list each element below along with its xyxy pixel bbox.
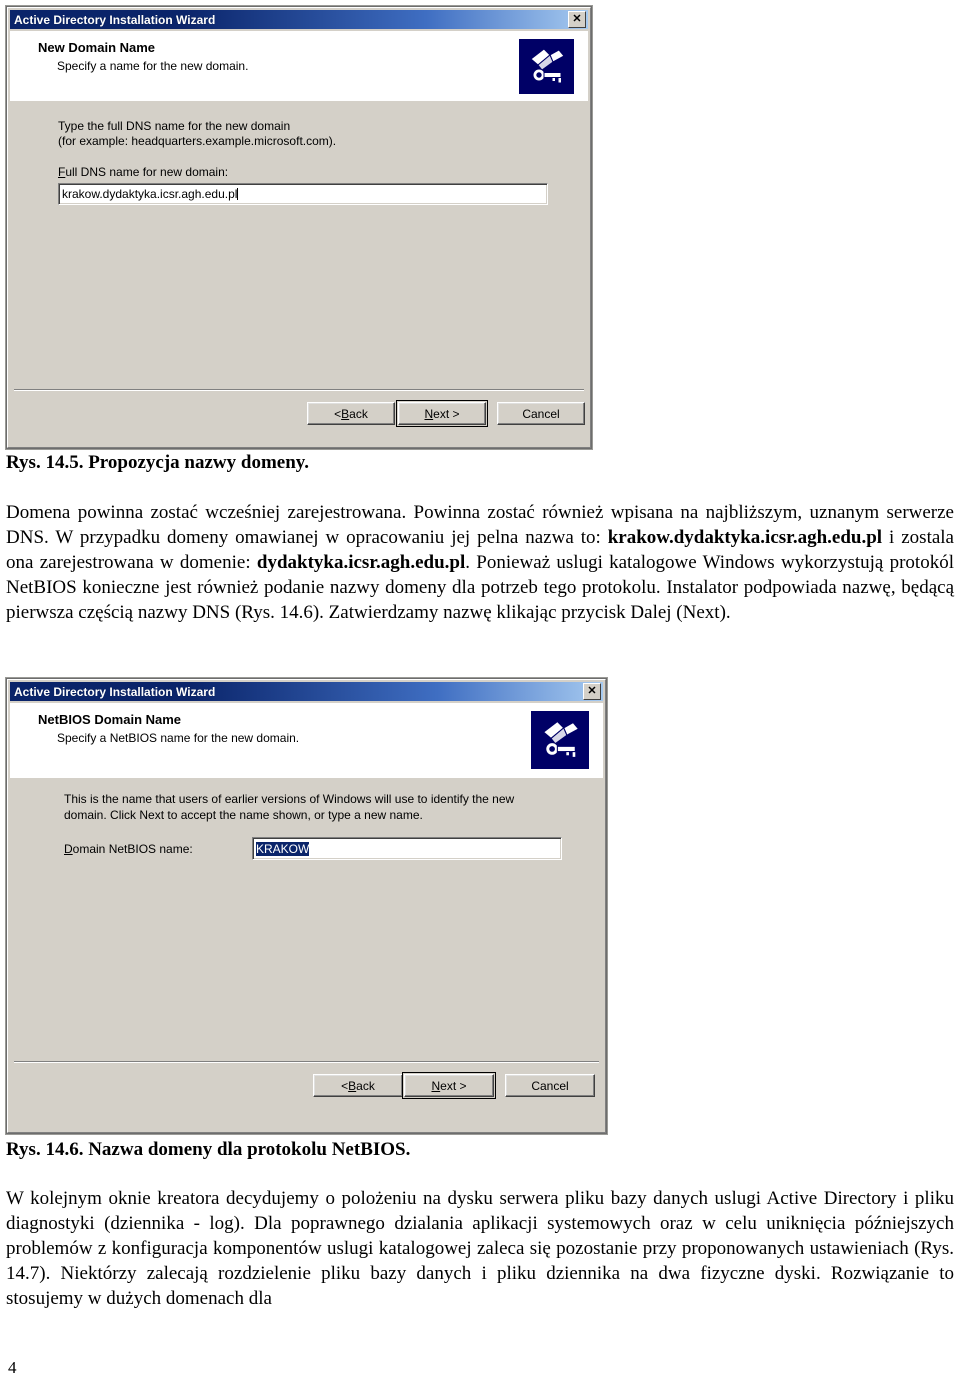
full-dns-name-input-value: krakow.dydaktyka.icsr.agh.edu.pl: [62, 187, 238, 201]
dialog1-button-separator: [14, 389, 584, 391]
full-dns-name-input[interactable]: krakow.dydaktyka.icsr.agh.edu.pl: [58, 183, 548, 205]
cancel-button[interactable]: Cancel: [497, 402, 585, 425]
dialog1-frame: Active Directory Installation Wizard ✕ N…: [7, 7, 591, 448]
dialog2-title: Active Directory Installation Wizard: [14, 684, 216, 699]
domain-netbios-name-input[interactable]: KRAKOW: [252, 837, 562, 860]
text-caret: [237, 188, 239, 200]
back-button-accesskey: B: [348, 1078, 357, 1093]
dialog2-instruction-line2: domain. Click Next to accept the name sh…: [64, 808, 423, 822]
dialog1-body: Type the full DNS name for the new domai…: [10, 100, 588, 445]
page-number: 4: [8, 1358, 17, 1377]
next-button[interactable]: Next >: [396, 400, 488, 427]
back-button-rest: ack: [356, 1078, 375, 1093]
dialog1-header-subtitle: Specify a name for the new domain.: [57, 59, 249, 73]
cancel-button-label: Cancel: [531, 1078, 569, 1093]
figure-caption-14-5: Rys. 14.5. Propozycja nazwy domeny.: [6, 452, 309, 473]
paragraph-after-figure-14-5: Domena powinna zostać wcześniej zarejest…: [6, 500, 954, 625]
domain-netbios-name-label-accesskey: D: [64, 842, 73, 856]
ad-wizard-book-key-icon: [531, 711, 589, 769]
domain-netbios-name-label: Domain NetBIOS name:: [64, 842, 193, 856]
dialog1-header-title: New Domain Name: [38, 40, 156, 55]
full-dns-name-label: Full DNS name for new domain:: [58, 165, 228, 179]
cancel-button[interactable]: Cancel: [505, 1074, 595, 1097]
ad-wizard-dialog-new-domain-name: Active Directory Installation Wizard ✕ N…: [6, 6, 592, 449]
paragraph-after-figure-14-6: W kolejnym oknie kreatora decydujemy o p…: [6, 1188, 954, 1309]
back-button-rest: ack: [349, 406, 368, 421]
next-button-accesskey: N: [431, 1078, 441, 1093]
next-button-accesskey: N: [424, 406, 434, 421]
full-dns-name-label-rest: ull DNS name for new domain:: [65, 165, 229, 179]
dialog1-header-band: New Domain Name Specify a name for the n…: [10, 31, 588, 102]
paragraph1-bold-domain-parent: dydaktyka.icsr.agh.edu.pl: [256, 552, 466, 573]
dialog2-header-title: NetBIOS Domain Name: [38, 712, 182, 727]
dialog2-body: This is the name that users of earlier v…: [10, 777, 603, 1130]
dialog2-frame: Active Directory Installation Wizard ✕ N…: [7, 679, 606, 1133]
back-button[interactable]: < Back: [313, 1074, 403, 1097]
dialog2-titlebar[interactable]: Active Directory Installation Wizard ✕: [10, 682, 603, 701]
back-button-prefix: <: [341, 1078, 349, 1093]
dialog1-titlebar[interactable]: Active Directory Installation Wizard ✕: [10, 10, 588, 29]
domain-netbios-name-label-rest: omain NetBIOS name:: [72, 842, 193, 856]
dialog2-header-subtitle: Specify a NetBIOS name for the new domai…: [57, 731, 300, 745]
dialog2-instruction-line1: This is the name that users of earlier v…: [64, 792, 515, 806]
domain-netbios-name-input-value: KRAKOW: [256, 841, 310, 856]
next-button[interactable]: Next >: [402, 1072, 496, 1099]
dialog1-title: Active Directory Installation Wizard: [14, 12, 216, 27]
dialog1-instruction-line1: Type the full DNS name for the new domai…: [58, 119, 291, 133]
ad-wizard-book-key-icon: [519, 39, 574, 94]
next-button-rest: ext >: [433, 406, 460, 421]
dialog2-header-band: NetBIOS Domain Name Specify a NetBIOS na…: [10, 703, 603, 779]
paragraph1-bold-domain-full: krakow.dydaktyka.icsr.agh.edu.pl: [607, 527, 883, 548]
cancel-button-label: Cancel: [522, 406, 560, 421]
dialog1-instruction-line2: (for example: headquarters.example.micro…: [58, 134, 337, 148]
back-button-prefix: <: [334, 406, 342, 421]
dialog2-button-separator: [14, 1061, 599, 1063]
back-button-accesskey: B: [341, 406, 350, 421]
next-button-rest: ext >: [440, 1078, 467, 1093]
ad-wizard-dialog-netbios-domain-name: Active Directory Installation Wizard ✕ N…: [6, 678, 607, 1134]
document-page: Active Directory Installation Wizard ✕ N…: [0, 0, 960, 1393]
close-icon[interactable]: ✕: [568, 11, 586, 28]
figure-caption-14-6: Rys. 14.6. Nazwa domeny dla protokolu Ne…: [6, 1139, 411, 1160]
close-icon[interactable]: ✕: [583, 683, 601, 700]
back-button[interactable]: < Back: [307, 402, 395, 425]
